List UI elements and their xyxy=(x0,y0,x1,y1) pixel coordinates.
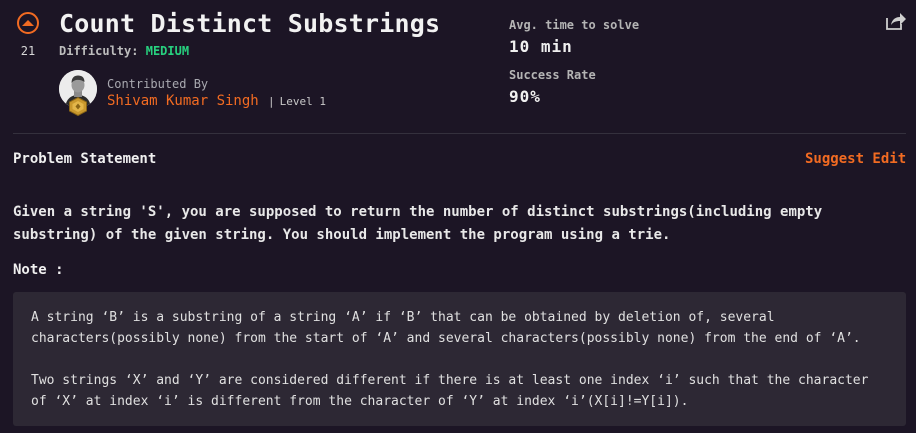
success-rate-label: Success Rate xyxy=(509,68,596,82)
contributor-avatar-wrap[interactable] xyxy=(59,70,97,116)
note-paragraph: A string ‘B’ is a substring of a string … xyxy=(31,310,861,346)
problem-statement-text: Given a string 'S', you are supposed to … xyxy=(13,204,823,243)
upvote-button[interactable] xyxy=(17,12,39,34)
contributor-level: | Level 1 xyxy=(268,95,326,108)
contributor-name-link[interactable]: Shivam Kumar Singh xyxy=(107,93,259,109)
level-separator: | xyxy=(268,95,275,108)
success-rate-value: 90% xyxy=(509,87,541,106)
upvote-arrow-icon xyxy=(22,20,34,26)
problem-title: Count Distinct Substrings xyxy=(59,9,441,38)
contributed-by-label: Contributed By xyxy=(107,77,209,91)
upvote-section: 21 xyxy=(15,12,41,58)
note-box: A string ‘B’ is a substring of a string … xyxy=(13,292,906,426)
avg-time-label: Avg. time to solve xyxy=(509,18,640,32)
level-badge-icon xyxy=(69,97,87,116)
note-paragraph: Two strings ‘X’ and ‘Y’ are considered d… xyxy=(31,373,869,409)
avg-time-value: 10 min xyxy=(509,37,573,56)
level-text: Level 1 xyxy=(279,95,326,108)
suggest-edit-link[interactable]: Suggest Edit xyxy=(805,151,906,167)
difficulty-label: Difficulty: xyxy=(59,44,139,58)
share-button[interactable] xyxy=(885,11,907,31)
problem-statement-heading: Problem Statement xyxy=(13,151,157,167)
difficulty-badge: MEDIUM xyxy=(145,44,190,58)
difficulty-row: Difficulty: MEDIUM xyxy=(59,44,189,58)
share-icon xyxy=(886,13,906,30)
note-label: Note : xyxy=(13,262,64,278)
upvote-count: 21 xyxy=(20,44,36,58)
header-divider xyxy=(13,133,906,134)
